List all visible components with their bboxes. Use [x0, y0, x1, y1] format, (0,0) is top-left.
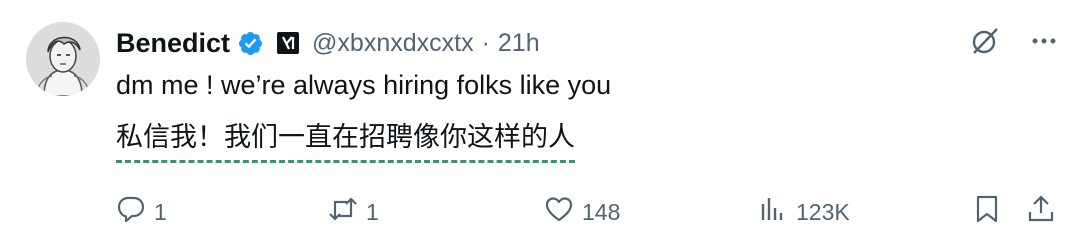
like-button[interactable]: 148	[544, 194, 620, 230]
tweet-text: dm me ! we’re always hiring folks like y…	[116, 70, 612, 100]
views-button[interactable]: 123K	[758, 194, 850, 230]
avatar[interactable]	[26, 22, 100, 96]
verified-icon	[237, 30, 264, 57]
reply-count: 1	[154, 198, 167, 225]
reply-icon	[116, 194, 146, 230]
tweet-top-actions	[970, 26, 1058, 56]
views-icon	[758, 194, 788, 230]
views-count: 123K	[796, 198, 850, 225]
retweet-icon	[328, 194, 358, 230]
share-icon	[1026, 194, 1056, 230]
bookmark-icon	[972, 194, 1002, 230]
author-name[interactable]: Benedict	[116, 28, 230, 59]
tweet-header: Benedict @xbxnxdxcxtx · 21h	[116, 26, 540, 60]
grok-icon[interactable]	[970, 26, 1000, 56]
org-badge-icon[interactable]	[276, 31, 300, 55]
tweet-translation[interactable]: 私信我！我们一直在招聘像你这样的人	[116, 120, 575, 163]
retweet-count: 1	[366, 198, 379, 225]
separator-dot: ·	[481, 28, 490, 57]
author-handle[interactable]: @xbxnxdxcxtx	[312, 29, 474, 58]
reply-button[interactable]: 1	[116, 194, 167, 230]
timestamp[interactable]: 21h	[498, 29, 540, 58]
retweet-button[interactable]: 1	[328, 194, 379, 230]
more-icon[interactable]	[1030, 27, 1058, 55]
bookmark-button[interactable]	[972, 194, 1002, 230]
tweet-actions: 1 1 148 123K	[116, 194, 1058, 230]
like-icon	[544, 194, 574, 230]
tweet[interactable]: Benedict @xbxnxdxcxtx · 21h dm me ! we’r…	[0, 0, 1080, 243]
share-button[interactable]	[1026, 194, 1056, 230]
like-count: 148	[582, 198, 621, 225]
